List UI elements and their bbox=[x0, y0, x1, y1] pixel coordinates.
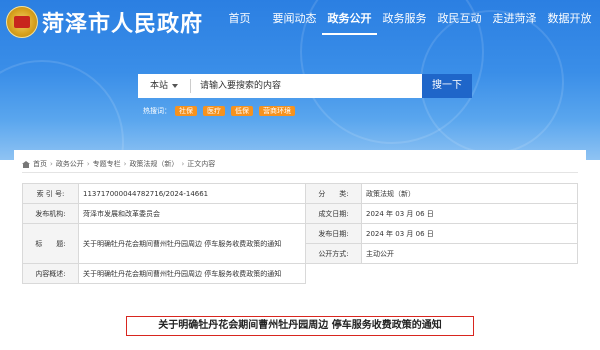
category-label: 分 类: bbox=[305, 183, 362, 204]
breadcrumb-current: 正文内容 bbox=[187, 160, 216, 168]
nav-open-data[interactable]: 数据开放 bbox=[542, 11, 597, 33]
breadcrumb-topics[interactable]: 专题专栏 bbox=[93, 159, 121, 169]
decor-swirl bbox=[0, 60, 124, 160]
breadcrumb-home[interactable]: 首页 bbox=[33, 159, 47, 169]
created-date-label: 成文日期: bbox=[305, 203, 362, 224]
chevron-down-icon bbox=[172, 83, 179, 88]
index-no-label: 索 引 号: bbox=[22, 183, 79, 204]
disclosure-label: 公开方式: bbox=[305, 243, 362, 264]
hot-word-tag[interactable]: 营商环境 bbox=[259, 106, 295, 116]
nav-services[interactable]: 政务服务 bbox=[377, 11, 432, 33]
chevron-right-icon: › bbox=[181, 160, 185, 168]
emblem-icon[interactable] bbox=[6, 6, 38, 38]
title-label: 标 题: bbox=[22, 223, 79, 264]
home-icon bbox=[22, 160, 30, 168]
breadcrumb-policy[interactable]: 政策法规（新） bbox=[129, 159, 178, 169]
search-input[interactable] bbox=[196, 74, 430, 98]
publisher-value: 菏泽市发展和改革委员会 bbox=[78, 203, 306, 224]
chevron-right-icon: › bbox=[123, 160, 127, 168]
search-bar: 本站 搜一下 bbox=[138, 74, 472, 98]
document-title: 关于明确牡丹花会期间曹州牡丹园周边 停车服务收费政策的通知 bbox=[126, 316, 474, 336]
search-scope-label: 本站 bbox=[150, 81, 169, 91]
nav-interaction[interactable]: 政民互动 bbox=[432, 11, 487, 33]
published-date-label: 发布日期: bbox=[305, 223, 362, 244]
nav-about-heze[interactable]: 走进菏泽 bbox=[487, 11, 542, 33]
summary-label: 内容概述: bbox=[22, 263, 79, 284]
document-meta-table: 索 引 号: 113717000044782716/2024-14661 分 类… bbox=[22, 183, 578, 284]
breadcrumb: 首页 › 政务公开 › 专题专栏 › 政策法规（新） › 正文内容 bbox=[22, 159, 215, 169]
nav-news[interactable]: 要闻动态 bbox=[267, 11, 322, 33]
header-banner: 菏泽市人民政府 首页 要闻动态 政务公开 政务服务 政民互动 走进菏泽 数据开放… bbox=[0, 0, 600, 160]
index-no-value: 113717000044782716/2024-14661 bbox=[78, 183, 306, 204]
published-date-value: 2024 年 03 月 06 日 bbox=[361, 223, 578, 244]
disclosure-value: 主动公开 bbox=[361, 243, 578, 264]
divider bbox=[190, 79, 191, 93]
nav-home[interactable]: 首页 bbox=[212, 11, 267, 33]
title-value: 关于明确牡丹花会期间曹州牡丹园周边 停车服务收费政策的通知 bbox=[78, 223, 306, 264]
hot-word-tag[interactable]: 低保 bbox=[231, 106, 253, 116]
chevron-right-icon: › bbox=[50, 160, 53, 168]
search-button[interactable]: 搜一下 bbox=[422, 74, 472, 98]
hot-words: 热搜词： 社保 医疗 低保 营商环境 bbox=[143, 106, 301, 116]
hot-words-label: 热搜词： bbox=[143, 107, 171, 115]
summary-value: 关于明确牡丹花会期间曹州牡丹园周边 停车服务收费政策的通知 bbox=[78, 263, 306, 284]
empty-cell bbox=[305, 263, 578, 284]
created-date-value: 2024 年 03 月 06 日 bbox=[361, 203, 578, 224]
publisher-label: 发布机构: bbox=[22, 203, 79, 224]
main-nav: 首页 要闻动态 政务公开 政务服务 政民互动 走进菏泽 数据开放 bbox=[212, 11, 597, 35]
hot-word-tag[interactable]: 社保 bbox=[175, 106, 197, 116]
site-title[interactable]: 菏泽市人民政府 bbox=[42, 6, 203, 38]
search-scope-select[interactable]: 本站 bbox=[138, 74, 188, 98]
chevron-right-icon: › bbox=[86, 160, 90, 168]
category-value: 政策法规（新） bbox=[361, 183, 578, 204]
nav-gov-affairs[interactable]: 政务公开 bbox=[322, 11, 377, 35]
divider bbox=[22, 172, 578, 173]
hot-word-tag[interactable]: 医疗 bbox=[203, 106, 225, 116]
breadcrumb-gov-affairs[interactable]: 政务公开 bbox=[56, 159, 84, 169]
